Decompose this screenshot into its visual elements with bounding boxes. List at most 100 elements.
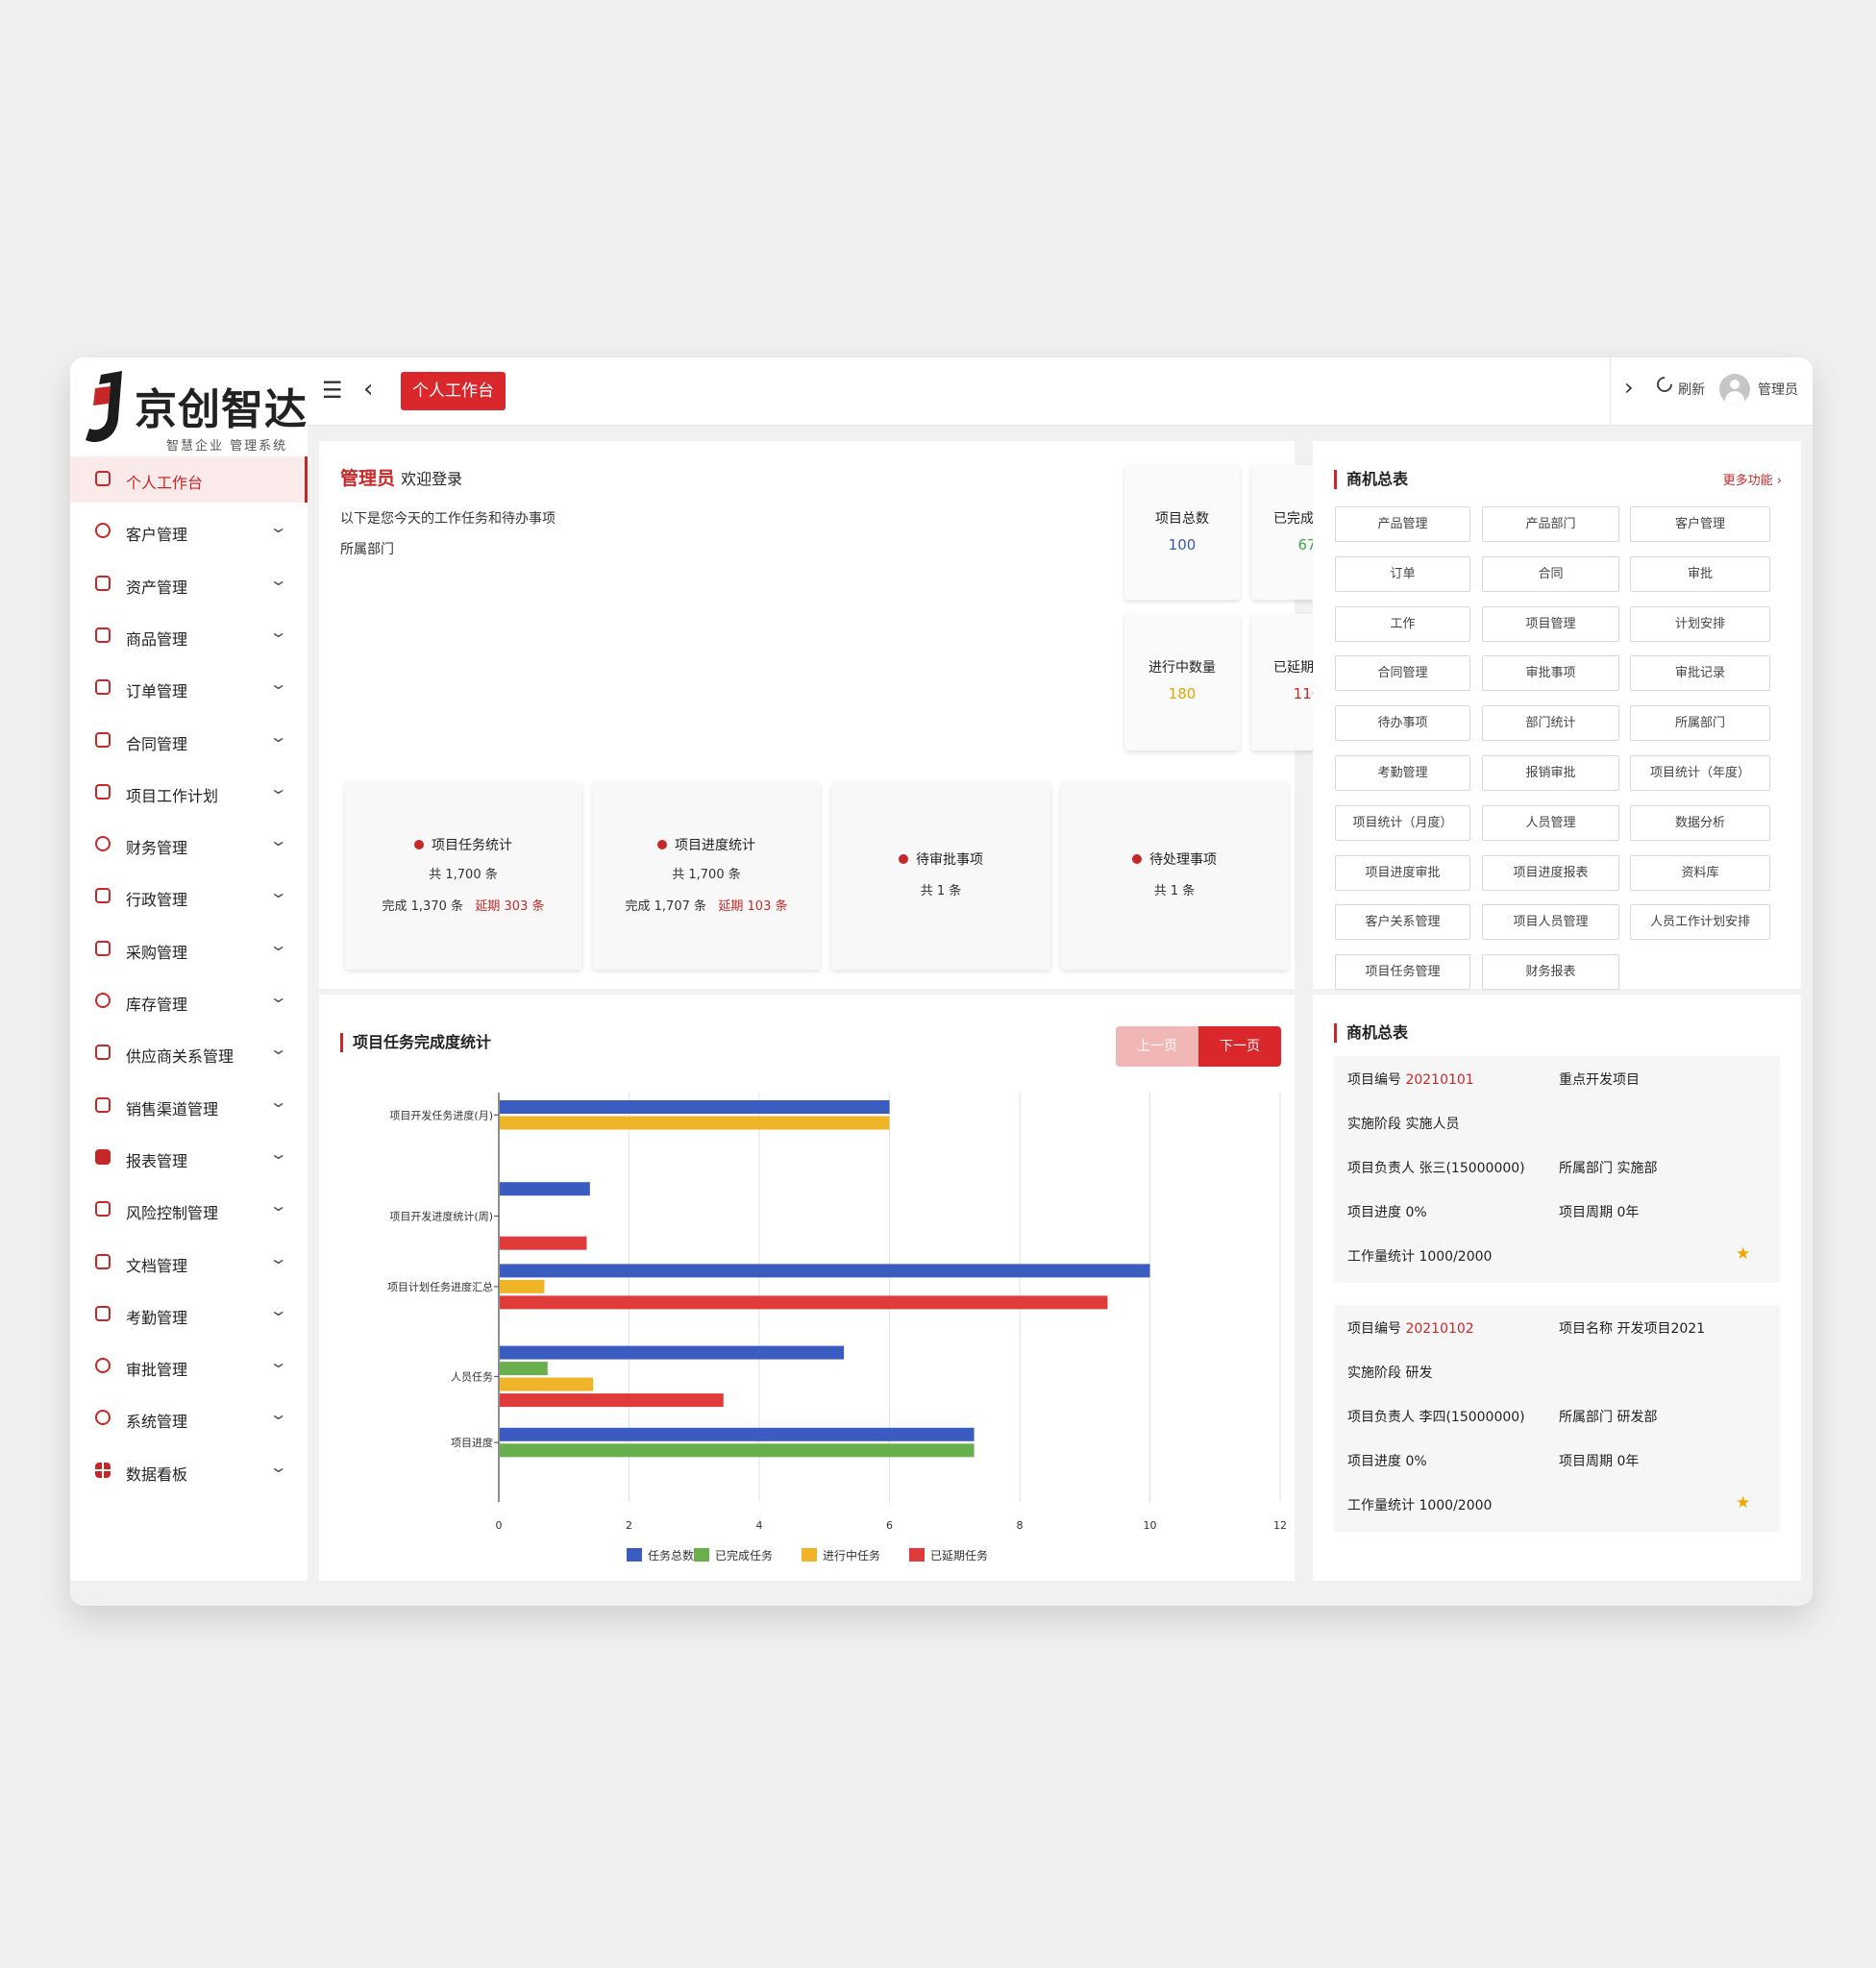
quick-menu-button[interactable]: 审批记录 — [1630, 655, 1770, 692]
sidebar-item[interactable]: 个人工作台 — [70, 456, 308, 503]
sidebar-item[interactable]: 客户管理 ⌄ — [70, 508, 308, 554]
chart-legend-swatch — [909, 1548, 925, 1562]
sidebar-item-icon — [95, 575, 111, 591]
quick-menu-button[interactable]: 待办事项 — [1335, 705, 1470, 742]
task-card[interactable]: 项目进度统计 共 1,700 条 完成 1,707 条 延期 103 条 — [593, 782, 820, 970]
task-card[interactable]: 项目任务统计 共 1,700 条 完成 1,370 条 延期 303 条 — [345, 782, 581, 970]
quick-menu-button[interactable]: 产品管理 — [1335, 506, 1470, 542]
sidebar-item-label: 项目工作计划 — [126, 786, 219, 805]
quick-menu-button[interactable]: 合同 — [1482, 555, 1619, 592]
quick-menu-button[interactable]: 订单 — [1335, 555, 1470, 592]
quick-menu-button[interactable]: 报销审批 — [1482, 755, 1619, 791]
user-avatar[interactable] — [1719, 374, 1750, 405]
sidebar-item[interactable]: 销售渠道管理 ⌄ — [70, 1083, 308, 1129]
quick-menu-button[interactable]: 项目管理 — [1482, 605, 1619, 642]
sidebar-item[interactable]: 合同管理 ⌄ — [70, 718, 308, 764]
sidebar-item[interactable]: 审批管理 ⌄ — [70, 1343, 308, 1390]
sidebar-item[interactable]: 库存管理 ⌄ — [70, 978, 308, 1024]
chart-x-tick-label: 6 — [886, 1519, 893, 1532]
task-card[interactable]: 待处理事项 共 1 条 — [1061, 782, 1288, 970]
record-status: 实施阶段 研发 — [1347, 1365, 1433, 1381]
record-name: 项目名称 开发项目2021 — [1559, 1321, 1706, 1337]
quick-menu-button[interactable]: 数据分析 — [1630, 804, 1770, 841]
opportunity-record[interactable]: 项目编号 20210102 项目名称 开发项目2021 实施阶段 研发 项目负责人 李… — [1334, 1305, 1780, 1532]
back-arrow-icon[interactable]: ‹ — [363, 375, 373, 404]
quick-menu-button[interactable]: 考勤管理 — [1335, 755, 1470, 791]
sidebar-item[interactable]: 采购管理 ⌄ — [70, 926, 308, 972]
chart-legend-swatch — [627, 1548, 642, 1562]
quick-menu-button[interactable]: 所属部门 — [1630, 705, 1770, 742]
chart-category-label: 项目进度 — [451, 1436, 493, 1449]
sidebar-item[interactable]: 文档管理 ⌄ — [70, 1240, 308, 1286]
quick-menu-button[interactable]: 项目进度审批 — [1335, 854, 1470, 891]
welcome-text: 欢迎登录 — [401, 470, 463, 488]
sidebar-item-label: 行政管理 — [126, 891, 188, 910]
quick-menu-button[interactable]: 客户关系管理 — [1335, 904, 1470, 941]
sidebar-item-icon — [95, 783, 111, 800]
brand-logo: 京创智达 智慧企业 管理系统 — [70, 357, 308, 454]
quick-menu-button[interactable]: 审批事项 — [1482, 655, 1619, 692]
opportunity-record[interactable]: 项目编号 20210101 重点开发项目 实施阶段 实施人员 项目负责人 张三(150… — [1334, 1056, 1780, 1283]
quick-menu-button[interactable]: 工作 — [1335, 605, 1470, 642]
task-done: 完成 1,370 条 — [382, 899, 463, 914]
sidebar-item[interactable]: 项目工作计划 ⌄ — [70, 770, 308, 816]
quick-menu-button[interactable]: 项目人员管理 — [1482, 904, 1619, 941]
stat-card[interactable]: 项目总数 100 — [1124, 465, 1240, 600]
chart-bar — [500, 1443, 975, 1458]
task-dot-icon — [1132, 854, 1142, 864]
sidebar-item[interactable]: 系统管理 ⌄ — [70, 1395, 308, 1441]
tab-personal-workbench[interactable]: 个人工作台 — [401, 372, 506, 410]
sidebar-item[interactable]: 财务管理 ⌄ — [70, 822, 308, 868]
task-dot-icon — [657, 840, 667, 849]
menu-toggle-icon[interactable]: ☰ — [322, 377, 343, 404]
stat-card[interactable]: 进行中数量 180 — [1124, 614, 1240, 750]
sidebar-item[interactable]: 风险控制管理 ⌄ — [70, 1187, 308, 1233]
favorite-star-icon[interactable]: ★ — [1736, 1493, 1750, 1513]
quick-menu-button[interactable]: 合同管理 — [1335, 655, 1470, 692]
chevron-down-icon: ⌄ — [268, 988, 288, 1006]
task-title: 待处理事项 — [1061, 849, 1288, 869]
record-number-value: 20210102 — [1405, 1321, 1474, 1337]
sidebar-item-icon — [95, 1096, 111, 1113]
sidebar-item[interactable]: 资产管理 ⌄ — [70, 561, 308, 607]
quick-menu-button[interactable]: 人员管理 — [1482, 804, 1619, 841]
quick-menu-button[interactable]: 计划安排 — [1630, 605, 1770, 642]
quick-menu-button[interactable]: 项目进度报表 — [1482, 854, 1619, 891]
sidebar-item-icon — [95, 627, 111, 643]
quick-menu-button[interactable]: 项目任务管理 — [1335, 954, 1470, 991]
more-functions-link[interactable]: 更多功能 › — [1723, 470, 1782, 488]
quick-menu-button[interactable]: 人员工作计划安排 — [1630, 904, 1770, 941]
quick-menu-button[interactable]: 项目统计（年度） — [1630, 755, 1770, 791]
refresh-label[interactable]: 刷新 — [1678, 380, 1705, 399]
quick-menu-button[interactable]: 客户管理 — [1630, 506, 1770, 542]
sidebar-item-label: 风险控制管理 — [126, 1204, 219, 1223]
record-workload: 工作量统计 1000/2000 — [1347, 1249, 1493, 1265]
sidebar-item[interactable]: 订单管理 ⌄ — [70, 665, 308, 711]
task-card[interactable]: 待审批事项 共 1 条 — [831, 782, 1050, 970]
sidebar-item[interactable]: 数据看板 ⌄ — [70, 1448, 308, 1494]
quick-menu-button[interactable]: 项目统计（月度） — [1335, 804, 1470, 841]
record-owner: 项目负责人 张三(15000000) — [1347, 1161, 1525, 1176]
quick-menu-button[interactable]: 产品部门 — [1482, 506, 1619, 542]
brand-name: 京创智达 — [135, 385, 308, 434]
quick-menu-button[interactable]: 部门统计 — [1482, 705, 1619, 742]
sidebar-item[interactable]: 商品管理 ⌄ — [70, 613, 308, 659]
quick-menu-button[interactable]: 财务报表 — [1482, 954, 1619, 991]
chart-bar — [500, 1100, 890, 1114]
user-name[interactable]: 管理员 — [1758, 380, 1798, 399]
quick-menu-button[interactable]: 审批 — [1630, 555, 1770, 592]
info-panel-title: 商机总表 — [1334, 1023, 1408, 1043]
favorite-star-icon[interactable]: ★ — [1736, 1244, 1750, 1264]
forward-arrow-icon[interactable]: › — [1624, 374, 1634, 401]
stat-value: 180 — [1168, 685, 1197, 702]
sidebar-item[interactable]: 供应商关系管理 ⌄ — [70, 1030, 308, 1076]
sidebar-item-icon — [95, 1201, 111, 1218]
sidebar-item[interactable]: 考勤管理 ⌄ — [70, 1292, 308, 1338]
sidebar-item[interactable]: 行政管理 ⌄ — [70, 873, 308, 920]
chart-bar — [500, 1393, 724, 1408]
quick-menu-button[interactable]: 资料库 — [1630, 854, 1770, 891]
refresh-icon[interactable] — [1653, 373, 1676, 396]
chart-bar — [500, 1362, 548, 1376]
sidebar-item[interactable]: 报表管理 ⌄ — [70, 1135, 308, 1181]
chevron-down-icon: ⌄ — [268, 1248, 288, 1267]
